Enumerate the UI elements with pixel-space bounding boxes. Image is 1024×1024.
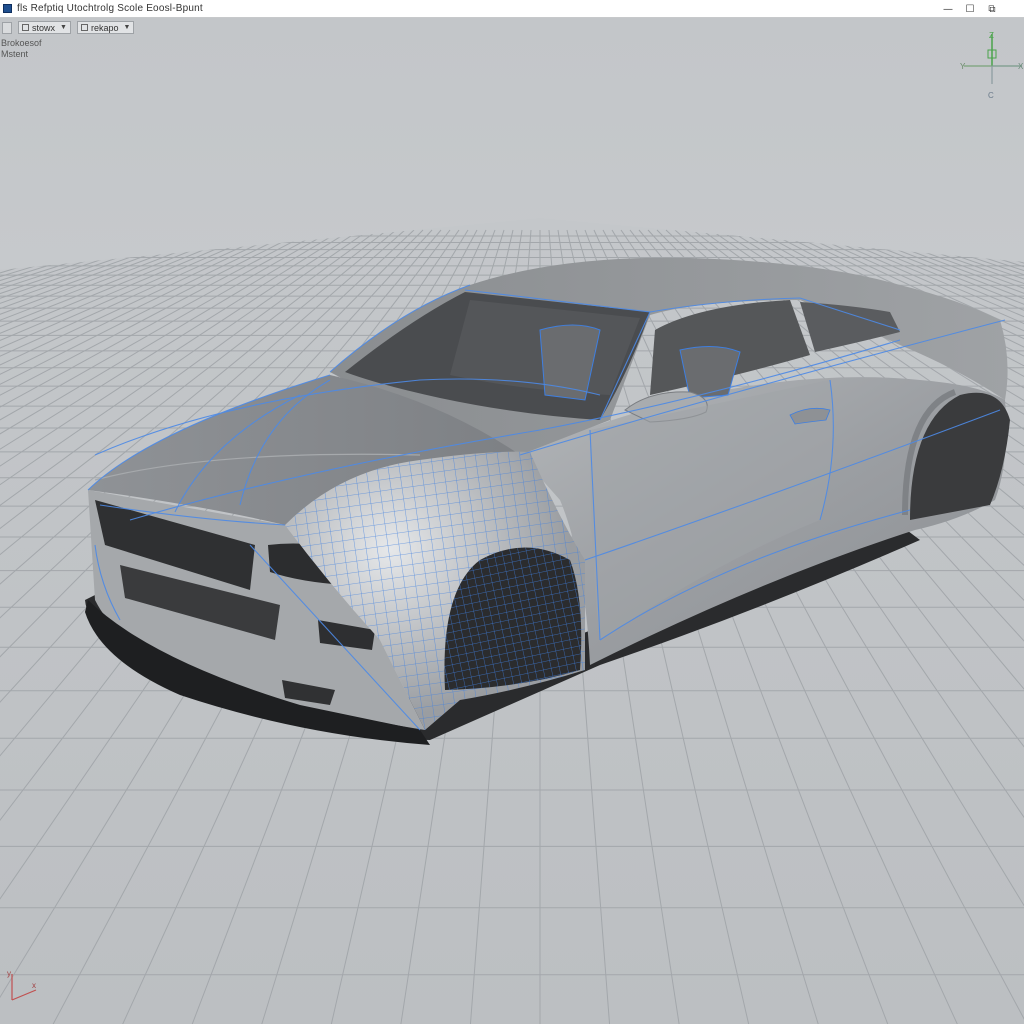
navigation-gizmo[interactable]: Z Y X C bbox=[958, 26, 1024, 106]
gizmo-right-label: X bbox=[1018, 62, 1024, 71]
axis-y-label: y bbox=[7, 969, 11, 978]
restore-button[interactable]: ⧉ bbox=[981, 1, 1003, 17]
chevron-down-icon: ▼ bbox=[123, 24, 131, 31]
minimize-button[interactable]: — bbox=[937, 1, 959, 17]
shading-dropdown-value: rekapo bbox=[90, 22, 119, 33]
gizmo-left-label: Y bbox=[960, 62, 966, 71]
axis-indicator: x y bbox=[7, 969, 37, 1001]
chevron-down-icon: ▼ bbox=[60, 24, 67, 31]
select-tool-button[interactable] bbox=[2, 21, 12, 34]
title-bar: fls Refptiq Utochtrolg Scole Eoosl-Bpunt… bbox=[0, 0, 1024, 18]
shading-icon bbox=[80, 24, 88, 31]
window-title: fls Refptiq Utochtrolg Scole Eoosl-Bpunt bbox=[17, 3, 203, 14]
gizmo-top-label: Z bbox=[989, 31, 994, 40]
overlay-info-line-2: Mstent bbox=[1, 49, 29, 59]
view-dropdown-value: stowx bbox=[32, 22, 56, 33]
gizmo-bottom-label: C bbox=[988, 91, 994, 100]
view-dropdown[interactable]: stowx ▼ bbox=[18, 21, 71, 34]
axis-x-label: x bbox=[32, 981, 36, 990]
axis-x-line bbox=[11, 989, 37, 1001]
viewport-scene bbox=[0, 18, 1024, 1024]
maximize-button[interactable]: ☐ bbox=[959, 1, 981, 17]
overlay-info-line-1: Brokoesof bbox=[1, 38, 42, 48]
shading-dropdown[interactable]: rekapo ▼ bbox=[76, 21, 135, 34]
window-controls: — ☐ ⧉ bbox=[937, 1, 1003, 17]
app-icon bbox=[3, 4, 12, 13]
viewport-3d[interactable] bbox=[0, 18, 1024, 1024]
view-icon bbox=[22, 24, 29, 31]
viewport-toolbar: stowx ▼ rekapo ▼ bbox=[2, 21, 135, 34]
